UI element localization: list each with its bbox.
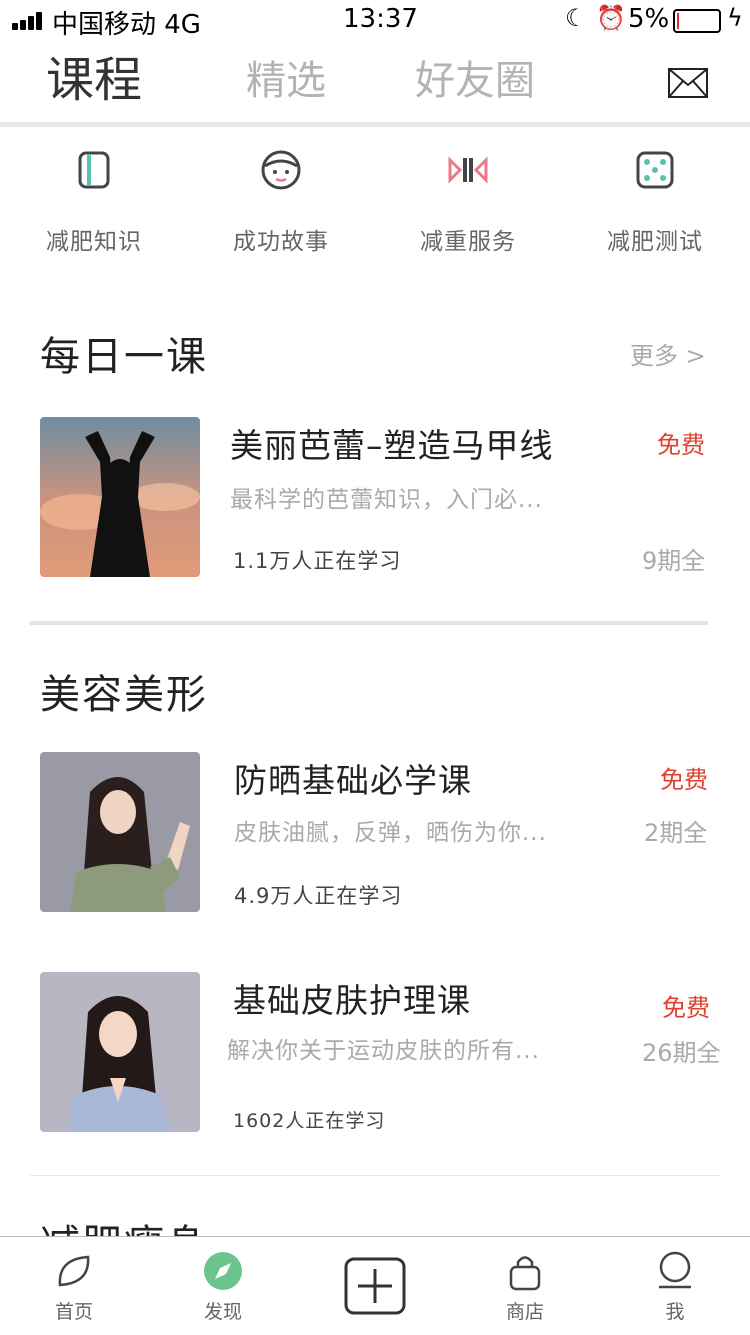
top-tab-bar: 课程 精选 好友圈: [0, 40, 750, 124]
course-desc: 解决你关于运动皮肤的所有...: [227, 1038, 540, 1064]
plus-icon: [344, 1257, 406, 1315]
envelope-icon[interactable]: [668, 68, 708, 98]
tab-featured[interactable]: 精选: [246, 48, 326, 106]
category-weight-loss-knowledge[interactable]: 减肥知识: [34, 148, 154, 256]
more-link[interactable]: 更多 >: [630, 336, 706, 371]
section-divider: [30, 1175, 720, 1176]
battery-icon: [673, 9, 721, 33]
course-title: 美丽芭蕾–塑造马甲线: [230, 426, 554, 465]
carrier-label: 中国移动 4G: [52, 10, 201, 40]
nav-add[interactable]: [335, 1257, 415, 1315]
bottom-nav: 首页 发现 商店 我: [0, 1236, 750, 1335]
nav-label: 发现: [203, 1301, 242, 1323]
price-badge: 免费: [662, 994, 710, 1022]
category-weight-test[interactable]: 减肥测试: [595, 148, 715, 256]
moon-icon: ☾: [565, 4, 587, 32]
tab-courses[interactable]: 课程: [46, 40, 142, 110]
category-label: 成功故事: [233, 229, 329, 255]
nav-discover[interactable]: 发现: [183, 1251, 263, 1324]
compass-icon: [204, 1252, 242, 1290]
face-icon: [261, 150, 301, 190]
category-label: 减肥测试: [607, 229, 703, 255]
header-divider: [0, 122, 750, 127]
episode-count: 9期全: [642, 547, 706, 575]
course-learners: 1.1万人正在学习: [233, 549, 402, 573]
course-thumbnail: [40, 752, 200, 912]
course-thumbnail: [40, 417, 200, 577]
category-success-stories[interactable]: 成功故事: [221, 148, 341, 256]
episode-count: 26期全: [642, 1039, 721, 1067]
charging-icon: ϟ: [727, 4, 743, 32]
category-label: 减重服务: [420, 229, 516, 255]
status-bar: 中国移动 4G 13:37 ☾ ⏰ 5% ϟ: [0, 0, 750, 40]
leaf-icon: [58, 1255, 90, 1287]
nav-label: 商店: [505, 1301, 544, 1323]
course-desc: 最科学的芭蕾知识，入门必...: [230, 487, 543, 513]
course-learners: 1602人正在学习: [233, 1110, 386, 1132]
course-desc: 皮肤油腻，反弹，晒伤为你...: [234, 820, 547, 846]
clock: 13:37: [343, 4, 418, 34]
dice-icon: [636, 151, 674, 189]
section-title-daily: 每日一课: [40, 334, 208, 380]
episode-count: 2期全: [644, 819, 708, 847]
tab-friends[interactable]: 好友圈: [415, 48, 535, 106]
signal-icon: [12, 12, 46, 30]
service-icon: [448, 156, 488, 184]
battery-level: [677, 13, 679, 29]
user-icon: [659, 1251, 691, 1289]
nav-label: 我: [665, 1301, 685, 1323]
course-card-sunscreen[interactable]: 防晒基础必学课 皮肤油腻，反弹，晒伤为你... 4.9万人正在学习 免费 2期全: [40, 752, 730, 922]
section-divider: [30, 621, 708, 625]
nav-label: 首页: [54, 1301, 93, 1323]
course-card-ballet[interactable]: 美丽芭蕾–塑造马甲线 最科学的芭蕾知识，入门必... 1.1万人正在学习 免费 …: [40, 417, 720, 587]
category-weight-service[interactable]: 减重服务: [408, 148, 528, 256]
battery-percent: 5%: [628, 4, 670, 34]
course-title: 防晒基础必学课: [234, 761, 472, 800]
course-title: 基础皮肤护理课: [233, 981, 471, 1020]
course-learners: 4.9万人正在学习: [234, 884, 403, 908]
nav-store[interactable]: 商店: [485, 1251, 565, 1324]
category-label: 减肥知识: [46, 229, 142, 255]
course-card-skincare[interactable]: 基础皮肤护理课 解决你关于运动皮肤的所有... 1602人正在学习 免费 26期…: [40, 972, 740, 1142]
price-badge: 免费: [660, 766, 708, 794]
course-thumbnail: [40, 972, 200, 1132]
alarm-icon: ⏰: [596, 4, 626, 32]
price-badge: 免费: [657, 431, 705, 459]
section-title-beauty: 美容美形: [40, 672, 208, 718]
book-icon: [78, 151, 110, 189]
nav-me[interactable]: 我: [635, 1251, 715, 1324]
bag-icon: [509, 1256, 541, 1291]
nav-home[interactable]: 首页: [34, 1251, 114, 1324]
